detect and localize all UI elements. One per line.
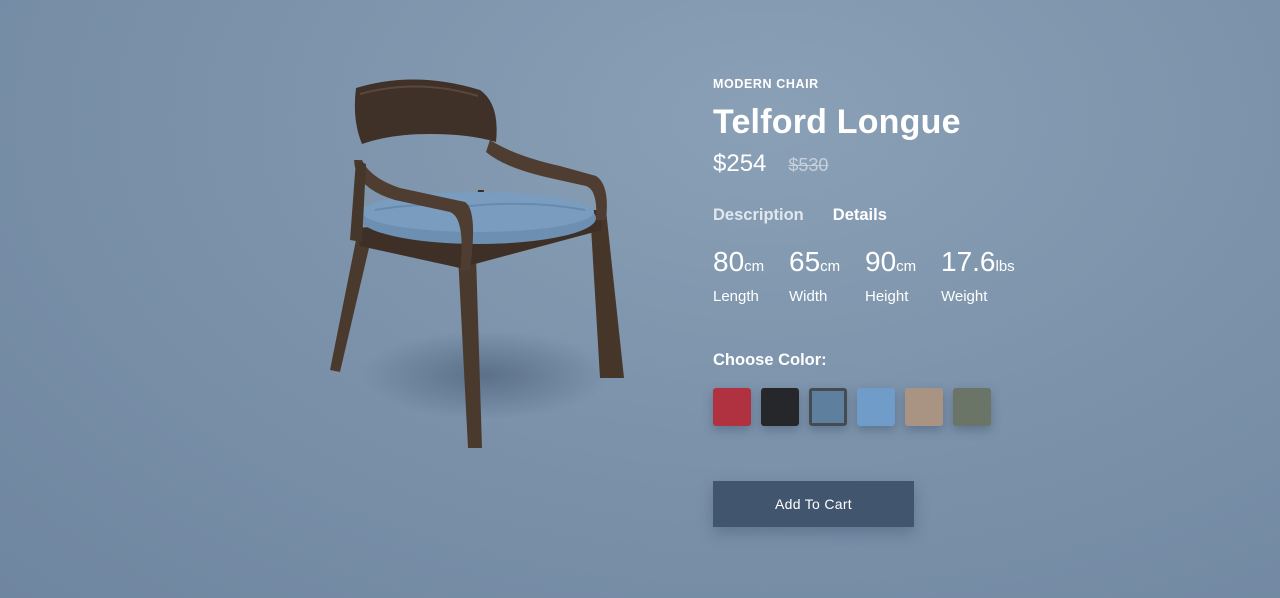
product-category: MODERN CHAIR bbox=[713, 77, 819, 91]
price-row: $254 $530 bbox=[713, 150, 1133, 178]
color-swatches bbox=[713, 388, 1133, 426]
dimension-specs: 80cm Length 65cm Width 90cm Height 17.6l… bbox=[713, 246, 1133, 306]
color-swatch[interactable] bbox=[809, 388, 847, 426]
color-swatch[interactable] bbox=[713, 388, 751, 426]
product-info: MODERN CHAIR Telford Longue $254 $530 De… bbox=[713, 76, 1133, 426]
tab-details[interactable]: Details bbox=[833, 206, 887, 225]
color-swatch[interactable] bbox=[857, 388, 895, 426]
add-to-cart-button[interactable]: Add To Cart bbox=[713, 481, 914, 527]
spec-label: Height bbox=[865, 288, 909, 305]
spec-value: 80 bbox=[713, 246, 745, 277]
spec-height: 90cm Height bbox=[865, 246, 941, 306]
color-swatch[interactable] bbox=[761, 388, 799, 426]
choose-color-label: Choose Color: bbox=[713, 351, 827, 369]
spec-label: Weight bbox=[941, 288, 988, 305]
product-title: Telford Longue bbox=[713, 103, 961, 141]
spec-weight: 17.6lbs Weight bbox=[941, 246, 1017, 306]
spec-label: Width bbox=[789, 288, 828, 305]
current-price: $254 bbox=[713, 150, 767, 177]
color-swatch[interactable] bbox=[905, 388, 943, 426]
spec-length: 80cm Length bbox=[713, 246, 789, 306]
tab-description[interactable]: Description bbox=[713, 206, 804, 225]
spec-unit: cm bbox=[896, 258, 917, 275]
spec-value: 17.6 bbox=[941, 246, 996, 277]
chair-illustration bbox=[330, 79, 624, 448]
spec-unit: cm bbox=[820, 258, 841, 275]
spec-width: 65cm Width bbox=[789, 246, 865, 306]
spec-value: 90 bbox=[865, 246, 897, 277]
spec-value: 65 bbox=[789, 246, 821, 277]
spec-unit: lbs bbox=[995, 258, 1015, 275]
info-tabs: Description Details bbox=[713, 206, 1133, 225]
product-image bbox=[300, 60, 660, 480]
original-price: $530 bbox=[788, 155, 829, 175]
spec-label: Length bbox=[713, 288, 759, 305]
spec-unit: cm bbox=[744, 258, 765, 275]
color-swatch[interactable] bbox=[953, 388, 991, 426]
